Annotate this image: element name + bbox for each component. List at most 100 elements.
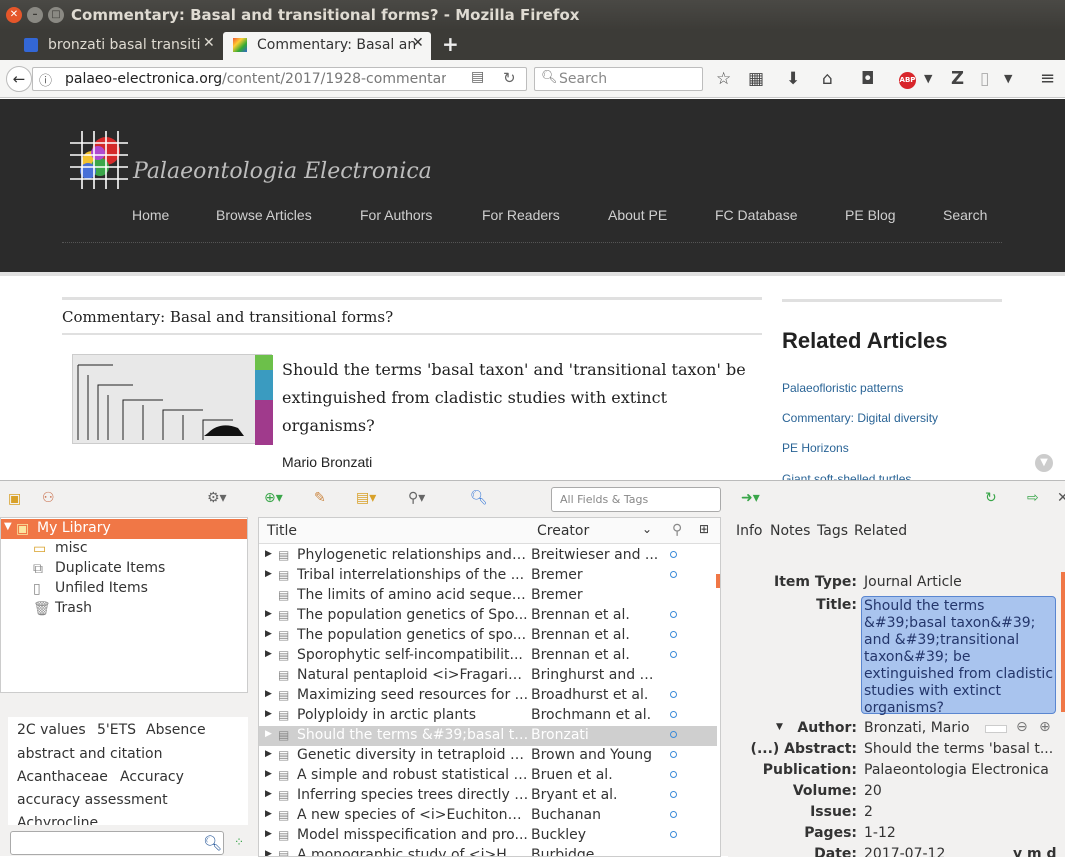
- attachment-status-icon[interactable]: [670, 651, 677, 658]
- table-row[interactable]: ▶ ▤ A monographic study of <i>Heli... Burbi…: [259, 846, 717, 856]
- remove-author-icon[interactable]: ⊖: [1016, 719, 1028, 735]
- tab-notes[interactable]: Notes: [770, 523, 810, 539]
- nav-home[interactable]: Home: [132, 207, 169, 223]
- collapse-icon[interactable]: ▼: [776, 722, 783, 732]
- close-zotero-icon[interactable]: ✕: [1057, 490, 1065, 506]
- table-row[interactable]: ▶ ▤ Model misspecification and pro... Buckl…: [259, 826, 717, 846]
- collection-misc[interactable]: ▭ misc: [33, 539, 233, 559]
- close-window-button[interactable]: ✕: [6, 7, 22, 23]
- expand-arrow-icon[interactable]: ▶: [265, 829, 272, 839]
- expand-icon[interactable]: ▼: [4, 521, 12, 532]
- nav-search[interactable]: Search: [943, 207, 987, 223]
- reload-icon[interactable]: ↻: [503, 69, 516, 87]
- bookmark-star-icon[interactable]: ☆: [716, 68, 731, 90]
- scroll-down-icon[interactable]: ▼: [1035, 454, 1053, 472]
- date-value[interactable]: 2017-07-12: [864, 846, 945, 857]
- expand-arrow-icon[interactable]: ▶: [265, 809, 272, 819]
- tab-related[interactable]: Related: [854, 523, 907, 539]
- table-row[interactable]: ▶ ▤ The population genetics of Spo... Brenn…: [259, 606, 717, 626]
- save-page-icon[interactable]: ▯: [980, 68, 989, 90]
- expand-arrow-icon[interactable]: ▶: [265, 729, 272, 739]
- info-icon[interactable]: ⓘ: [39, 70, 52, 89]
- expand-arrow-icon[interactable]: ▶: [265, 769, 272, 779]
- home-icon[interactable]: ⌂: [822, 68, 833, 90]
- zotero-search-input[interactable]: All Fields & Tags: [551, 487, 721, 512]
- nav-for-authors[interactable]: For Authors: [360, 207, 432, 223]
- zotero-icon[interactable]: Z: [951, 68, 964, 90]
- item-type-value[interactable]: Journal Article: [864, 574, 962, 590]
- item-pane-scrollbar[interactable]: [1061, 572, 1065, 712]
- tab-tags[interactable]: Tags: [817, 523, 848, 539]
- tag[interactable]: Absence: [146, 722, 206, 738]
- attachment-status-icon[interactable]: [670, 571, 677, 578]
- table-row[interactable]: ▤ Natural pentaploid <i>Fragaria ... Bring…: [259, 666, 717, 686]
- locate-icon[interactable]: ➜▾: [741, 490, 760, 506]
- issue-value[interactable]: 2: [864, 804, 873, 820]
- new-collection-icon[interactable]: ▣: [8, 491, 21, 507]
- expand-arrow-icon[interactable]: ▶: [265, 749, 272, 759]
- nav-about-pe[interactable]: About PE: [608, 207, 667, 223]
- chevron-down-icon[interactable]: ▼: [924, 68, 932, 90]
- adblock-icon[interactable]: ABP: [899, 72, 916, 89]
- table-row[interactable]: ▶ ▤ Inferring species trees directly f... B…: [259, 786, 717, 806]
- tag[interactable]: accuracy assessment: [17, 792, 168, 808]
- minimize-window-button[interactable]: –: [27, 7, 43, 23]
- tag[interactable]: 2C values: [17, 722, 86, 738]
- author-type-switch[interactable]: [985, 725, 1007, 733]
- scrollbar-thumb[interactable]: [716, 574, 720, 588]
- url-bar[interactable]: ⓘ palaeo-electronica.org /content/2017/1…: [32, 67, 527, 91]
- pe-logo[interactable]: [70, 131, 128, 189]
- tag[interactable]: Accuracy: [120, 769, 184, 785]
- gear-icon[interactable]: ⚙▾: [207, 490, 227, 506]
- table-row[interactable]: ▤ The limits of amino acid sequen... Breme…: [259, 586, 717, 606]
- tag-filter-input[interactable]: 🔍︎: [10, 831, 224, 855]
- column-title[interactable]: Title: [267, 523, 297, 539]
- attachment-status-icon[interactable]: [670, 731, 677, 738]
- title-field[interactable]: Should the terms &#39;basal taxon&#39; a…: [861, 596, 1056, 716]
- advanced-search-icon[interactable]: 🔍︎: [470, 490, 488, 506]
- table-row[interactable]: ▶ ▤ Maximizing seed resources for ... Broad…: [259, 686, 717, 706]
- fullscreen-icon[interactable]: ⇨: [1027, 490, 1039, 506]
- tag[interactable]: 5'ETS: [97, 722, 136, 738]
- tab-commentary[interactable]: Commentary: Basal an: [223, 32, 431, 60]
- bookmarks-list-icon[interactable]: ▦: [748, 68, 764, 90]
- expand-arrow-icon[interactable]: ▶: [265, 549, 272, 559]
- attachment-status-icon[interactable]: [670, 551, 677, 558]
- table-row[interactable]: ▶ ▤ Polyploidy in arctic plants Brochmann e…: [259, 706, 717, 726]
- article-author[interactable]: Mario Bronzati: [282, 454, 372, 470]
- close-tab-icon[interactable]: ✕: [203, 35, 215, 51]
- related-link[interactable]: PE Horizons: [782, 441, 849, 455]
- abstract-value[interactable]: Should the terms 'basal t...: [864, 741, 1053, 757]
- tag-actions-icon[interactable]: ⁘: [234, 835, 244, 849]
- collection-trash[interactable]: 🗑︎ Trash: [33, 599, 233, 619]
- pocket-icon[interactable]: ◘: [861, 68, 874, 90]
- close-tab-icon[interactable]: ✕: [412, 35, 424, 51]
- related-link[interactable]: Giant soft-shelled turtles: [782, 472, 911, 480]
- nav-fc-database[interactable]: FC Database: [715, 207, 797, 223]
- download-icon[interactable]: ⬇: [786, 68, 800, 90]
- sort-chevron-icon[interactable]: ⌄: [642, 522, 652, 536]
- attachment-status-icon[interactable]: [670, 691, 677, 698]
- maximize-window-button[interactable]: □: [48, 7, 64, 23]
- table-row[interactable]: ▶ ▤ Phylogenetic relationships and ... Brei…: [259, 546, 717, 566]
- tag[interactable]: Achyrocline: [17, 815, 98, 825]
- abstract-label[interactable]: (...) Abstract:: [751, 741, 857, 757]
- tag[interactable]: abstract and citation: [17, 746, 162, 762]
- column-picker-icon[interactable]: ⊞: [699, 522, 709, 536]
- tab-bronzati[interactable]: bronzati basal transiti: [14, 32, 222, 60]
- table-row[interactable]: ▶ ▤ Should the terms &#39;basal ta... Bronz…: [259, 726, 717, 746]
- attachment-status-icon[interactable]: [670, 771, 677, 778]
- search-input[interactable]: 🔍︎ Search: [534, 67, 703, 91]
- reader-view-icon[interactable]: ▤: [471, 69, 484, 85]
- expand-arrow-icon[interactable]: ▶: [265, 609, 272, 619]
- related-link[interactable]: Palaeofloristic patterns: [782, 381, 903, 395]
- publication-value[interactable]: Palaeontologia Electronica: [864, 762, 1049, 778]
- attachment-status-icon[interactable]: [670, 791, 677, 798]
- expand-arrow-icon[interactable]: ▶: [265, 789, 272, 799]
- collection-duplicate-items[interactable]: ⧉ Duplicate Items: [33, 559, 233, 579]
- table-row[interactable]: ▶ ▤ The population genetics of spo... Brenn…: [259, 626, 717, 646]
- chevron-down-icon[interactable]: ▼: [1004, 68, 1012, 90]
- attachment-status-icon[interactable]: [670, 811, 677, 818]
- back-arrow-icon[interactable]: ←: [6, 66, 32, 92]
- new-tab-icon[interactable]: +: [442, 32, 459, 56]
